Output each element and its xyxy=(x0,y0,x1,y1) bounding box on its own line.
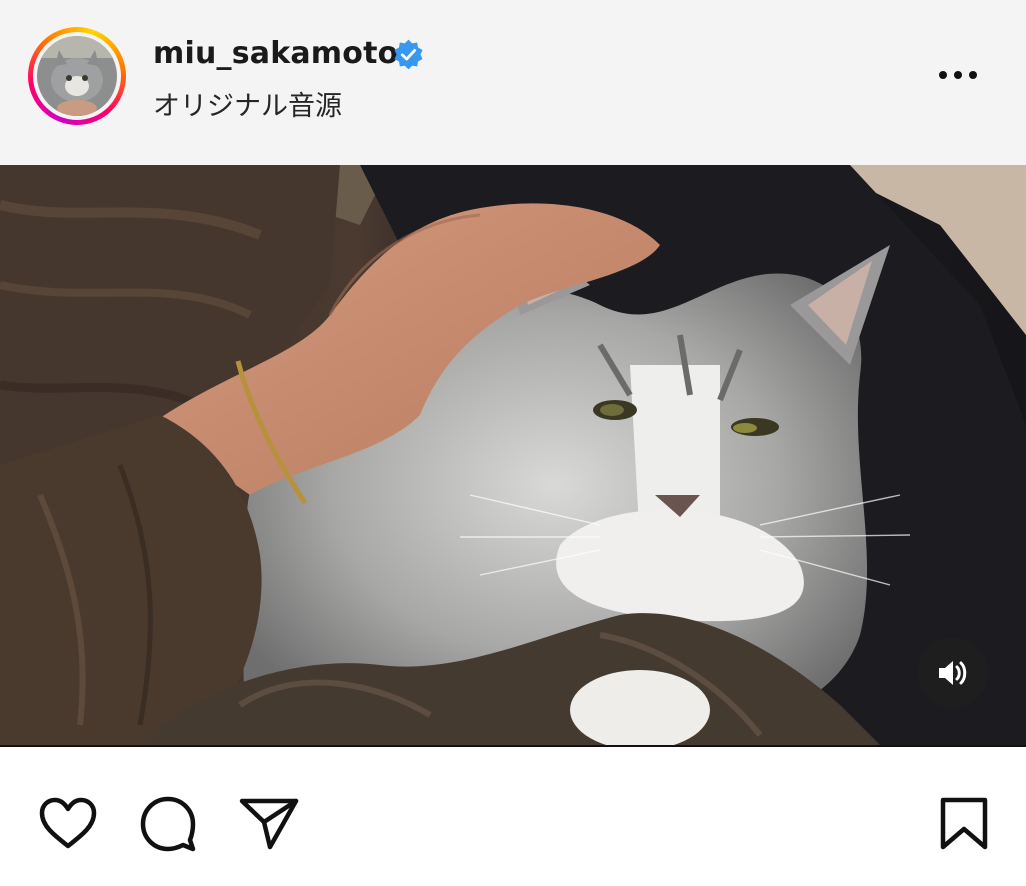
share-button[interactable] xyxy=(238,796,300,852)
heart-icon xyxy=(39,797,97,849)
avatar[interactable] xyxy=(37,36,117,116)
save-button[interactable] xyxy=(938,796,990,852)
like-button[interactable] xyxy=(38,796,98,852)
verified-badge-icon xyxy=(394,39,423,70)
story-ring[interactable] xyxy=(28,27,126,125)
media-bottom-border xyxy=(0,745,1026,747)
bookmark-icon xyxy=(940,797,988,850)
post-header: miu_sakamoto オリジナル音源 xyxy=(0,0,1026,165)
volume-icon xyxy=(939,661,967,685)
more-options-button[interactable] xyxy=(928,58,988,92)
comment-button[interactable] xyxy=(138,794,198,854)
more-options-icon xyxy=(939,71,977,79)
post-media[interactable] xyxy=(0,165,1026,745)
paper-plane-icon xyxy=(239,798,299,850)
audio-label[interactable]: オリジナル音源 xyxy=(153,84,342,123)
comment-bubble-icon xyxy=(140,796,196,852)
username[interactable]: miu_sakamoto xyxy=(153,36,398,71)
cat-photo xyxy=(0,165,1026,745)
mute-toggle-button[interactable] xyxy=(918,638,988,708)
